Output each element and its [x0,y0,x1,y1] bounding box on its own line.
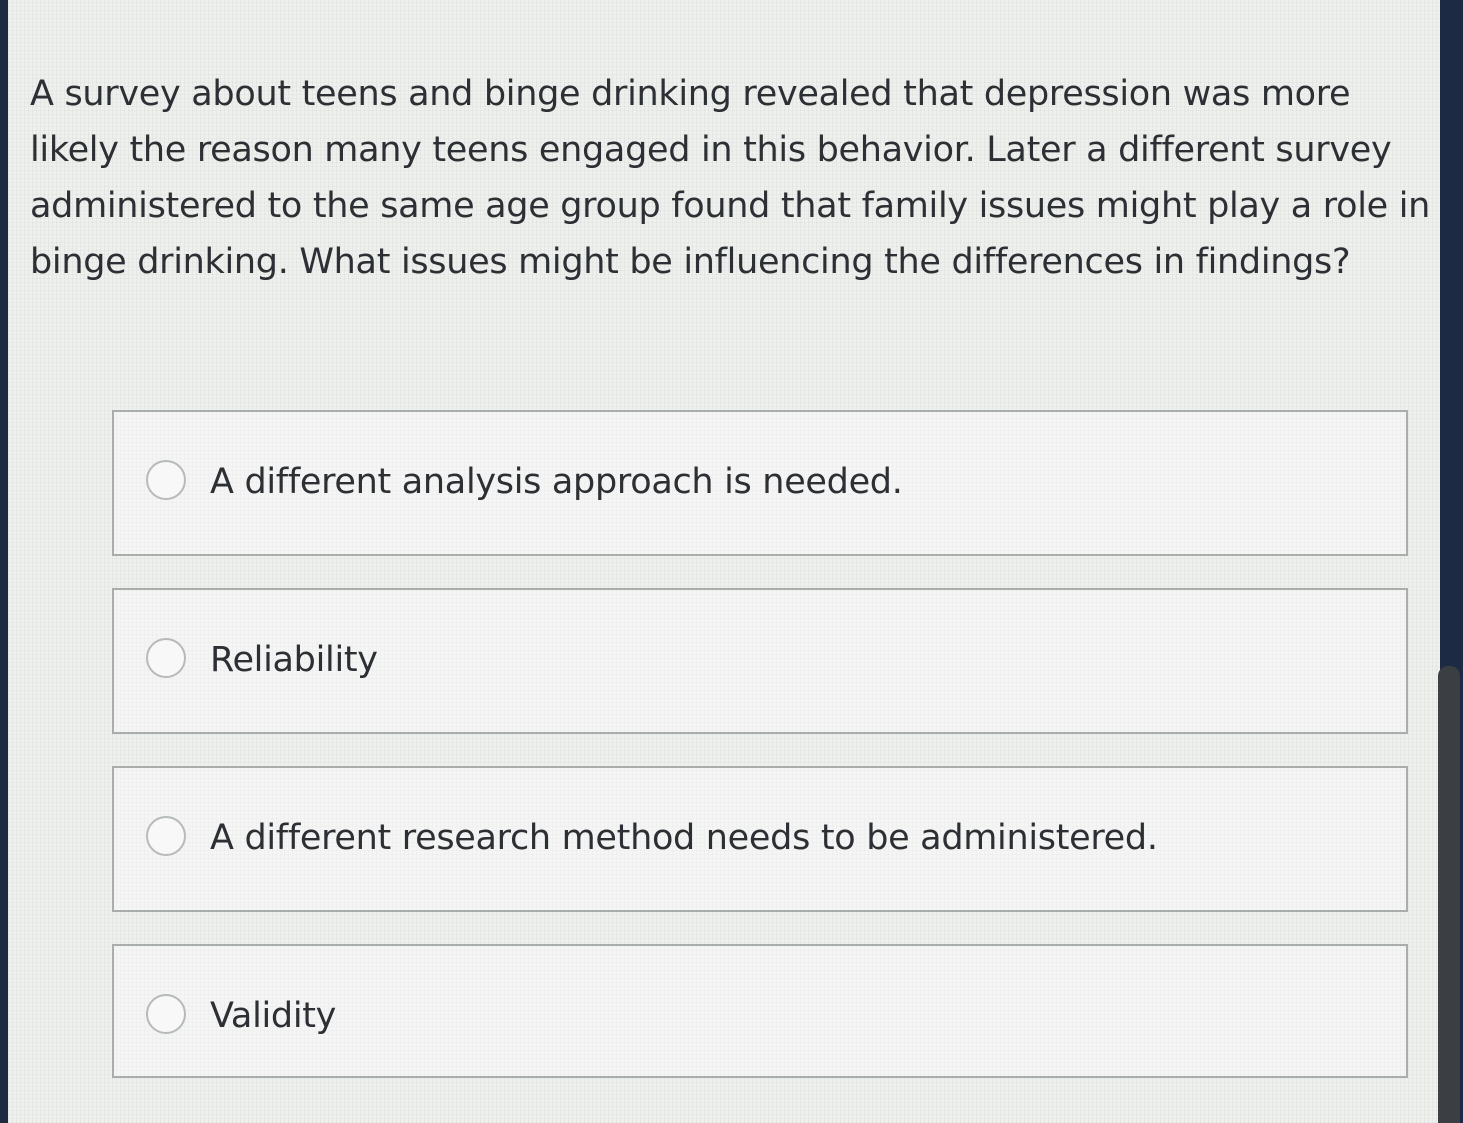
answer-option-label: Reliability [210,640,378,680]
question-text: A survey about teens and binge drinking … [30,74,1430,282]
radio-unchecked-icon[interactable] [146,816,186,856]
radio-unchecked-icon[interactable] [146,638,186,678]
answer-option-label: A different research method needs to be … [210,818,1158,858]
answer-option-label: Validity [210,996,337,1036]
question-panel: A survey about teens and binge drinking … [8,0,1440,1123]
answer-option-4[interactable]: Validity [112,944,1408,1078]
answer-options: A different analysis approach is needed.… [112,410,1408,1078]
answer-option-1[interactable]: A different analysis approach is needed. [112,410,1408,556]
radio-unchecked-icon[interactable] [146,460,186,500]
radio-unchecked-icon[interactable] [146,994,186,1034]
screen: A survey about teens and binge drinking … [0,0,1463,1123]
answer-option-label: A different analysis approach is needed. [210,462,903,502]
answer-option-2[interactable]: Reliability [112,588,1408,734]
answer-option-3[interactable]: A different research method needs to be … [112,766,1408,912]
scrollbar[interactable] [1438,666,1460,1123]
